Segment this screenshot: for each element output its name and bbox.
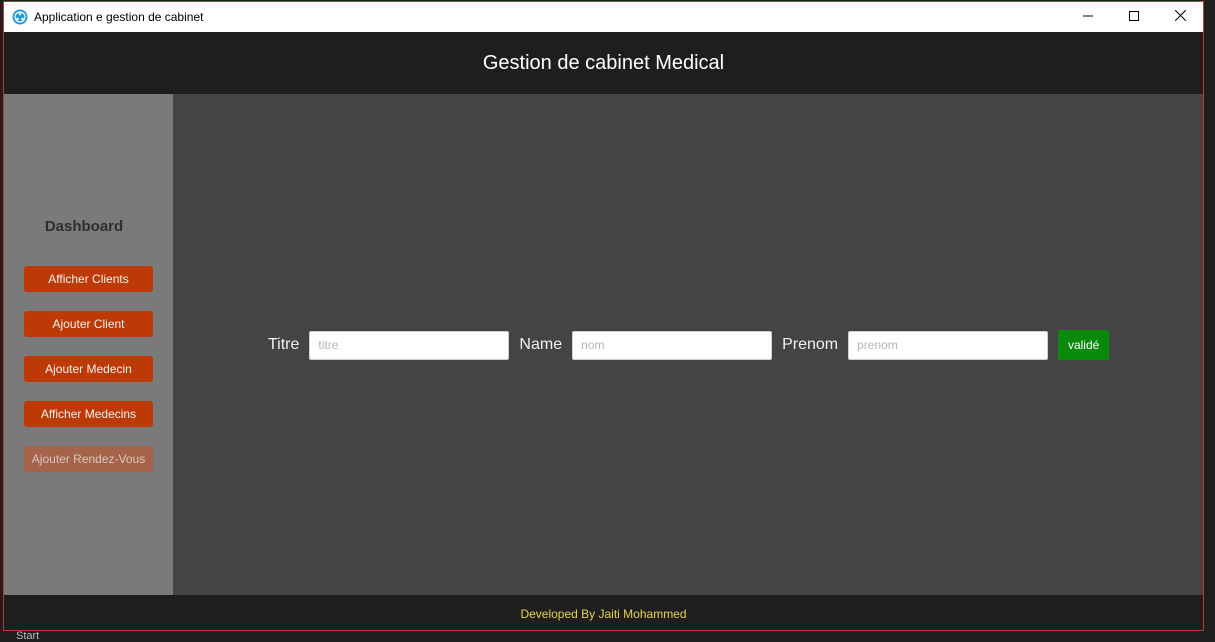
close-icon — [1174, 8, 1186, 26]
close-button[interactable] — [1157, 2, 1203, 32]
app-footer: Developed By Jaiti Mohammed — [4, 595, 1203, 630]
ajouter-client-button[interactable]: Ajouter Client — [24, 311, 153, 337]
titre-input[interactable] — [309, 330, 510, 360]
sidebar-heading: Dashboard — [44, 218, 124, 235]
page-title: Gestion de cabinet Medical — [482, 51, 725, 74]
title-bar[interactable]: Application e gestion de cabinet — [4, 2, 1203, 32]
app-logo-icon — [12, 9, 28, 25]
sidebar: Dashboard Afficher Clients Ajouter Clien… — [4, 94, 173, 595]
maximize-button[interactable] — [1111, 2, 1157, 32]
name-input[interactable] — [572, 330, 773, 360]
minimize-button[interactable] — [1065, 2, 1111, 32]
titre-label: Titre — [268, 336, 300, 353]
afficher-clients-button[interactable]: Afficher Clients — [24, 266, 153, 292]
taskbar-start-label[interactable]: Start — [0, 630, 216, 642]
ajouter-rendez-vous-button[interactable]: Ajouter Rendez-Vous — [24, 446, 153, 472]
main-content: Titre Name Prenom validé — [173, 94, 1203, 595]
valider-button[interactable]: validé — [1058, 330, 1110, 360]
footer-credit: Developed By Jaiti Mohammed — [520, 606, 687, 621]
entry-form: Titre Name Prenom validé — [268, 330, 1110, 360]
window-title: Application e gestion de cabinet — [34, 10, 204, 24]
prenom-input[interactable] — [848, 330, 1049, 360]
app-header: Gestion de cabinet Medical — [4, 32, 1203, 94]
minimize-icon — [1083, 8, 1093, 26]
name-label: Name — [519, 336, 563, 353]
window-controls — [1065, 2, 1203, 32]
maximize-icon — [1129, 8, 1139, 26]
ajouter-medecin-button[interactable]: Ajouter Medecin — [24, 356, 153, 382]
afficher-medecins-button[interactable]: Afficher Medecins — [24, 401, 153, 427]
app-window: Application e gestion de cabinet Gestion… — [3, 1, 1204, 631]
prenom-label: Prenom — [782, 336, 839, 353]
